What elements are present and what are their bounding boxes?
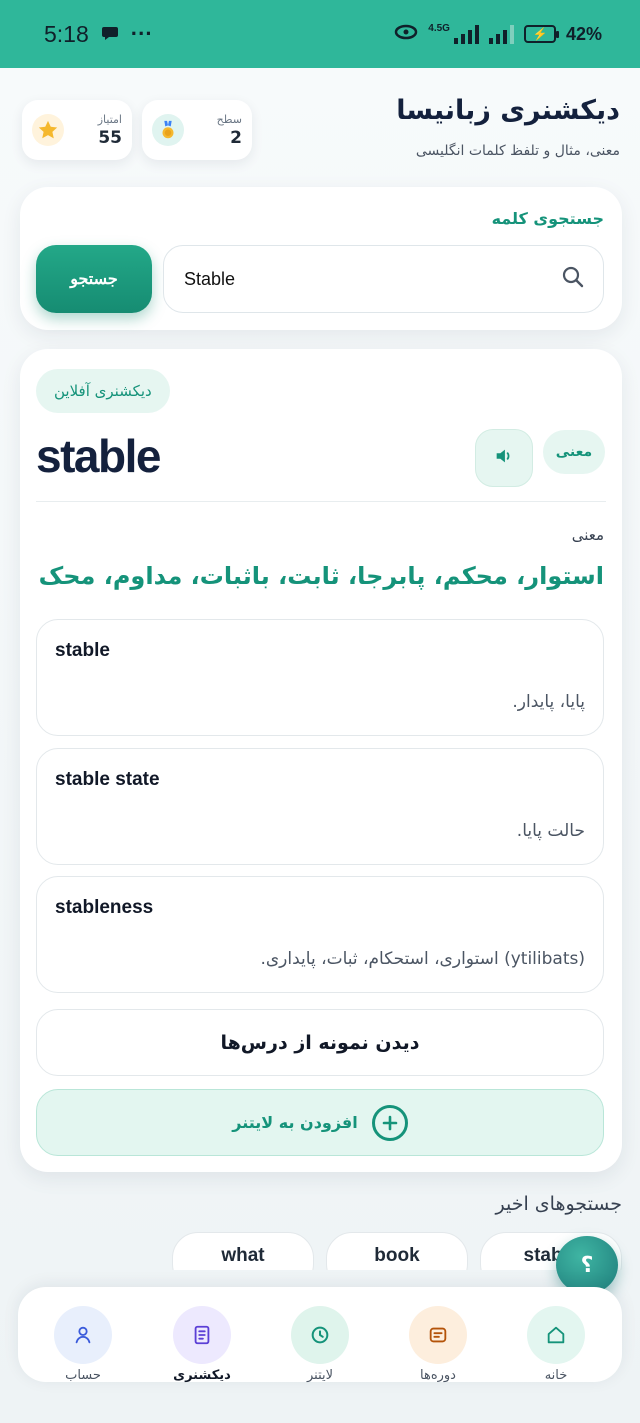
- search-icon[interactable]: [561, 265, 585, 293]
- status-time: 5:18: [44, 20, 89, 47]
- battery-level: 42%: [565, 23, 602, 44]
- add-to-leitner-label: افزودن به لایتنر: [232, 1113, 358, 1132]
- pronounce-button[interactable]: [475, 429, 533, 487]
- user-icon: [54, 1306, 112, 1364]
- result-card: دیکشنری آفلاین stable معنی معنی استوار، …: [20, 349, 622, 1172]
- headword: stable: [36, 430, 161, 482]
- chat-bubble-icon: [101, 21, 119, 48]
- medal-icon: [152, 114, 184, 146]
- divider: [36, 501, 606, 502]
- meaning-label: معنی: [571, 526, 604, 544]
- recent-search-chip[interactable]: what: [172, 1232, 314, 1270]
- add-to-leitner-button[interactable]: افزودن به لایتنر: [36, 1089, 604, 1156]
- star-icon: [32, 114, 64, 146]
- search-input[interactable]: Stable: [163, 245, 604, 313]
- entry-card: stable پایا، پایدار.: [36, 619, 604, 736]
- entry-card: stableness (ytilibats) استواری، استحکام،…: [36, 876, 604, 993]
- clock-icon: [291, 1306, 349, 1364]
- view-examples-button[interactable]: دیدن نمونه از درس‌ها: [36, 1009, 604, 1076]
- signal-icon-2: [488, 24, 514, 44]
- meaning-tab[interactable]: معنی: [543, 430, 605, 474]
- hotspot-icon: [394, 23, 418, 46]
- entry-persian: حالت پایا.: [516, 821, 585, 841]
- more-dots: ···: [130, 21, 153, 46]
- nav-item-account[interactable]: حساب: [43, 1305, 123, 1383]
- nav-label-account: حساب: [65, 1368, 101, 1383]
- nav-item-dictionary[interactable]: دیکشنری: [162, 1305, 242, 1383]
- meaning-text: استوار، محکم، پابرجا، ثابت، باثبات، مداو…: [38, 562, 604, 590]
- home-icon: [527, 1306, 585, 1364]
- plus-icon: [371, 1104, 408, 1141]
- entry-persian: (ytilibats) استواری، استحکام، ثبات، پاید…: [260, 949, 585, 969]
- points-card: امتیاز 55: [22, 100, 132, 160]
- search-input-value[interactable]: Stable: [184, 269, 561, 290]
- level-label: سطح: [216, 112, 242, 126]
- offline-dictionary-badge: دیکشنری آفلاین: [36, 369, 170, 413]
- recent-search-chip[interactable]: book: [326, 1232, 468, 1270]
- level-card: سطح 2: [142, 100, 252, 160]
- points-label: امتیاز: [97, 112, 122, 126]
- nav-label-courses: دوره‌ها: [420, 1368, 456, 1383]
- signal-icon: [453, 24, 479, 44]
- app-title: دیکشنری زبانیسا: [396, 95, 620, 126]
- speaker-icon: [493, 445, 515, 471]
- search-label: جستجوی کلمه: [491, 209, 604, 228]
- book-icon: [173, 1306, 231, 1364]
- nav-label-home: خانه: [544, 1368, 568, 1383]
- search-card: جستجوی کلمه جستجو Stable: [20, 187, 622, 330]
- course-icon: [409, 1306, 467, 1364]
- search-button[interactable]: جستجو: [36, 245, 152, 313]
- app-subtitle: معنی، مثال و تلفظ کلمات انگلیسی: [415, 143, 620, 159]
- level-value: 2: [230, 127, 242, 148]
- points-value: 55: [98, 127, 122, 148]
- entry-english: stable: [55, 640, 110, 661]
- recent-searches-title: جستجوهای اخیر: [495, 1193, 622, 1215]
- entry-persian: پایا، پایدار.: [512, 692, 585, 712]
- entry-english: stableness: [55, 897, 154, 918]
- entry-card: stable state حالت پایا.: [36, 748, 604, 865]
- entry-english: stable state: [55, 769, 160, 790]
- nav-item-home[interactable]: خانه: [516, 1305, 596, 1383]
- status-bar: 5:18 ··· 4.5G ⚡ 42%: [0, 0, 640, 68]
- bottom-nav: حساب دیکشنری لایتنر دوره‌ها خانه: [18, 1287, 622, 1383]
- network-type: 4.5G: [428, 22, 450, 34]
- nav-label-dictionary: دیکشنری: [173, 1368, 231, 1383]
- help-button[interactable]: ؟: [556, 1236, 618, 1294]
- recent-searches-list: what book stable: [0, 1232, 640, 1270]
- battery-icon: ⚡: [523, 25, 559, 43]
- nav-item-courses[interactable]: دوره‌ها: [398, 1305, 478, 1383]
- nav-item-leitner[interactable]: لایتنر: [280, 1305, 360, 1383]
- nav-label-leitner: لایتنر: [306, 1368, 334, 1383]
